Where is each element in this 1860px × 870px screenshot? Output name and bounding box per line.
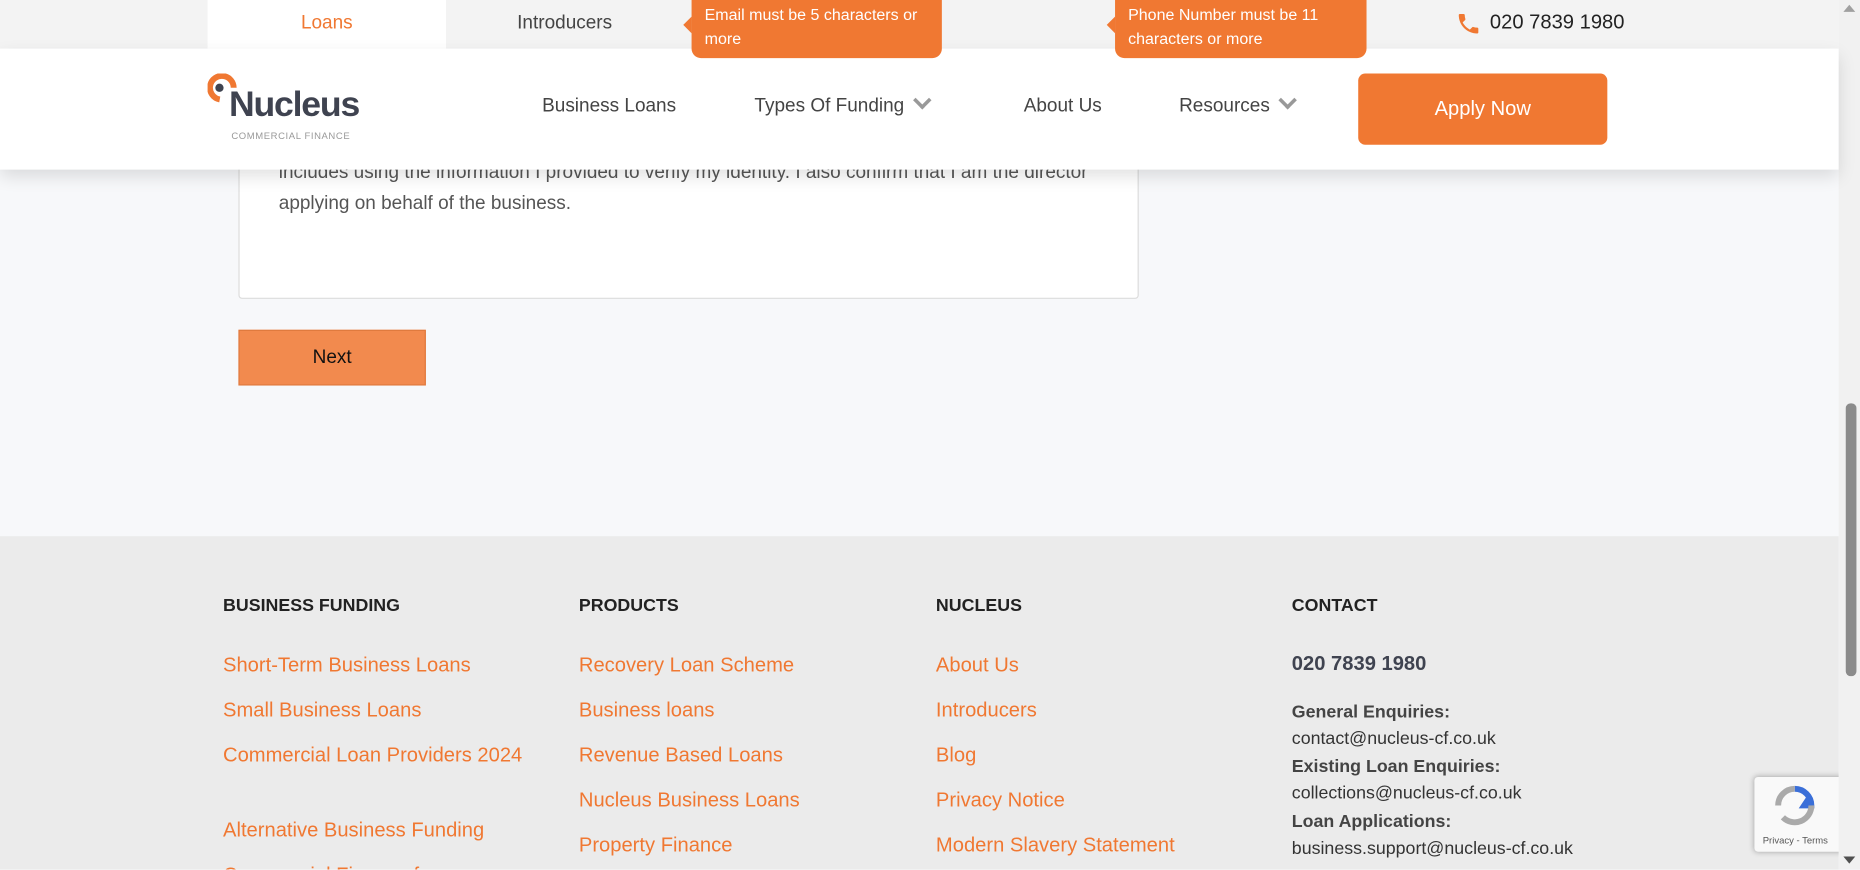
scrollbar-thumb[interactable] — [1845, 403, 1857, 677]
footer-heading: PRODUCTS — [578, 595, 679, 616]
scroll-down-arrow-icon[interactable] — [1843, 856, 1856, 864]
nav-business-loans[interactable]: Business Loans — [542, 96, 676, 117]
footer-heading: CONTACT — [1291, 595, 1378, 616]
nav-resources[interactable]: Resources — [1179, 91, 1298, 117]
contact-email[interactable]: business.support@nucleus-cf.co.uk — [1292, 839, 1573, 859]
footer-link[interactable]: Nucleus Business Loans — [579, 785, 800, 815]
footer-link[interactable]: Introducers — [936, 695, 1037, 725]
nav-types-of-funding[interactable]: Types Of Funding — [754, 91, 932, 117]
next-button[interactable]: Next — [238, 329, 426, 386]
footer-link[interactable]: Modern Slavery Statement — [936, 830, 1175, 860]
footer-link[interactable]: Privacy Notice — [936, 785, 1065, 815]
footer-link[interactable]: Business loans — [579, 695, 715, 725]
footer-link[interactable]: Short-Term Business Loans — [223, 650, 471, 680]
footer-link[interactable]: About Us — [936, 650, 1019, 680]
footer-phone[interactable]: 020 7839 1980 — [1292, 652, 1427, 676]
footer-link[interactable]: Blog — [936, 740, 976, 770]
footer-link[interactable]: Commercial Loan Providers 2024 — [223, 740, 531, 770]
page: Loans Introducers Email must be 5 charac… — [0, 0, 1860, 870]
phone-icon — [1455, 11, 1481, 43]
contact-label: Loan Applications: — [1291, 811, 1452, 832]
footer-heading: NUCLEUS — [935, 595, 1022, 616]
footer-link[interactable]: Revenue Based Loans — [579, 740, 783, 770]
footer-link[interactable]: Small Business Loans — [223, 695, 421, 725]
top-phone-number[interactable]: 020 7839 1980 — [1490, 11, 1625, 35]
recaptcha-icon — [1775, 785, 1815, 826]
logo-text: Nucleus — [228, 85, 360, 125]
contact-label: Existing Loan Enquiries: — [1291, 756, 1501, 777]
scroll-up-arrow-icon[interactable] — [1843, 4, 1856, 12]
footer-link[interactable]: Alternative Business Funding — [223, 815, 484, 845]
email-error-tooltip: Email must be 5 characters or more — [683, 0, 942, 59]
footer-link[interactable]: Recovery Loan Scheme — [579, 650, 794, 680]
footer-link[interactable]: Property Finance — [579, 830, 733, 860]
footer-link[interactable]: Commercial Finance f — [223, 860, 419, 870]
nav-label: Resources — [1179, 96, 1270, 117]
contact-email[interactable]: contact@nucleus-cf.co.uk — [1292, 728, 1496, 748]
tab-loans[interactable]: Loans — [207, 0, 447, 49]
nucleus-logo[interactable]: Nucleus COMMERCIAL FINANCE — [207, 73, 368, 143]
apply-now-button[interactable]: Apply Now — [1358, 73, 1608, 145]
tab-introducers[interactable]: Introducers — [446, 0, 683, 49]
contact-label: General Enquiries: — [1291, 702, 1451, 723]
nav-label: Types Of Funding — [754, 96, 905, 117]
phone-error-tooltip: Phone Number must be 11 characters or mo… — [1106, 0, 1367, 59]
recaptcha-links[interactable]: Privacy - Terms — [1763, 835, 1828, 846]
nav-about-us[interactable]: About Us — [1024, 96, 1102, 117]
contact-email[interactable]: collections@nucleus-cf.co.uk — [1292, 783, 1522, 803]
footer-heading: BUSINESS FUNDING — [223, 595, 400, 616]
logo-subtitle: COMMERCIAL FINANCE — [231, 130, 351, 142]
